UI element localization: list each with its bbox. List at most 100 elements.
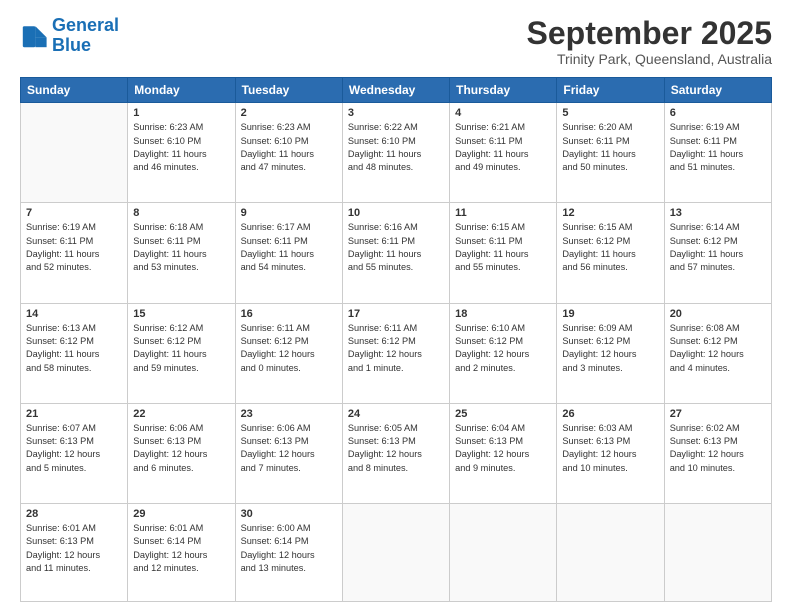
day-number: 7 [26,207,122,219]
day-info: Sunrise: 6:09 AMSunset: 6:12 PMDaylight:… [562,322,658,375]
calendar-cell: 17 Sunrise: 6:11 AMSunset: 6:12 PMDayligh… [342,303,449,403]
day-number: 8 [133,207,229,219]
day-info: Sunrise: 6:23 AMSunset: 6:10 PMDaylight:… [241,121,337,174]
day-number: 20 [670,308,766,320]
page: General Blue September 2025 Trinity Park… [0,0,792,612]
calendar-cell: 3 Sunrise: 6:22 AMSunset: 6:10 PMDaylight… [342,103,449,203]
day-number: 1 [133,107,229,119]
day-number: 2 [241,107,337,119]
day-number: 18 [455,308,551,320]
calendar-cell: 30 Sunrise: 6:00 AMSunset: 6:14 PMDayligh… [235,503,342,601]
day-number: 22 [133,408,229,420]
day-number: 21 [26,408,122,420]
calendar-cell [450,503,557,601]
calendar-cell: 19 Sunrise: 6:09 AMSunset: 6:12 PMDayligh… [557,303,664,403]
calendar-cell: 11 Sunrise: 6:15 AMSunset: 6:11 PMDayligh… [450,203,557,303]
calendar-cell: 28Sunrise: 6:01 AMSunset: 6:13 PMDayligh… [21,503,128,601]
day-info: Sunrise: 6:04 AMSunset: 6:13 PMDaylight:… [455,422,551,475]
day-info: Sunrise: 6:11 AMSunset: 6:12 PMDaylight:… [348,322,444,375]
day-info: Sunrise: 6:17 AMSunset: 6:11 PMDaylight:… [241,221,337,274]
calendar-cell: 7Sunrise: 6:19 AMSunset: 6:11 PMDaylight… [21,203,128,303]
header: General Blue September 2025 Trinity Park… [20,16,772,67]
calendar-week-row: 14 Sunrise: 6:13 AMSunset: 6:12 PMDayligh… [21,303,772,403]
day-info: Sunrise: 6:11 AMSunset: 6:12 PMDaylight:… [241,322,337,375]
calendar-cell: 23 Sunrise: 6:06 AMSunset: 6:13 PMDayligh… [235,403,342,503]
day-number: 13 [670,207,766,219]
day-number: 23 [241,408,337,420]
calendar-cell: 15Sunrise: 6:12 AMSunset: 6:12 PMDayligh… [128,303,235,403]
day-info: Sunrise: 6:15 AMSunset: 6:11 PMDaylight:… [455,221,551,274]
calendar-cell: 24 Sunrise: 6:05 AMSunset: 6:13 PMDayligh… [342,403,449,503]
day-info: Sunrise: 6:05 AMSunset: 6:13 PMDaylight:… [348,422,444,475]
day-info: Sunrise: 6:18 AMSunset: 6:11 PMDaylight:… [133,221,229,274]
day-number: 25 [455,408,551,420]
day-info: Sunrise: 6:08 AMSunset: 6:12 PMDaylight:… [670,322,766,375]
calendar-cell: 18 Sunrise: 6:10 AMSunset: 6:12 PMDayligh… [450,303,557,403]
day-info: Sunrise: 6:06 AMSunset: 6:13 PMDaylight:… [133,422,229,475]
day-number: 4 [455,107,551,119]
calendar-table: SundayMondayTuesdayWednesdayThursdayFrid… [20,77,772,602]
calendar-cell: 5 Sunrise: 6:20 AMSunset: 6:11 PMDaylight… [557,103,664,203]
day-info: Sunrise: 6:20 AMSunset: 6:11 PMDaylight:… [562,121,658,174]
day-info: Sunrise: 6:03 AMSunset: 6:13 PMDaylight:… [562,422,658,475]
day-info: Sunrise: 6:06 AMSunset: 6:13 PMDaylight:… [241,422,337,475]
calendar-cell: 2 Sunrise: 6:23 AMSunset: 6:10 PMDaylight… [235,103,342,203]
day-number: 29 [133,508,229,520]
day-info: Sunrise: 6:16 AMSunset: 6:11 PMDaylight:… [348,221,444,274]
calendar-week-row: 1 Sunrise: 6:23 AMSunset: 6:10 PMDaylight… [21,103,772,203]
calendar-header-row: SundayMondayTuesdayWednesdayThursdayFrid… [21,78,772,103]
calendar-cell: 13Sunrise: 6:14 AMSunset: 6:12 PMDayligh… [664,203,771,303]
day-info: Sunrise: 6:22 AMSunset: 6:10 PMDaylight:… [348,121,444,174]
calendar-cell: 29Sunrise: 6:01 AMSunset: 6:14 PMDayligh… [128,503,235,601]
calendar-cell: 16 Sunrise: 6:11 AMSunset: 6:12 PMDayligh… [235,303,342,403]
calendar-cell [664,503,771,601]
day-number: 10 [348,207,444,219]
calendar-cell [21,103,128,203]
subtitle: Trinity Park, Queensland, Australia [527,51,772,67]
day-info: Sunrise: 6:02 AMSunset: 6:13 PMDaylight:… [670,422,766,475]
day-number: 24 [348,408,444,420]
calendar-cell: 14 Sunrise: 6:13 AMSunset: 6:12 PMDayligh… [21,303,128,403]
calendar-cell [557,503,664,601]
day-number: 14 [26,308,122,320]
calendar-cell: 4Sunrise: 6:21 AMSunset: 6:11 PMDaylight… [450,103,557,203]
day-number: 11 [455,207,551,219]
logo-icon [20,22,48,50]
logo-line1: General [52,15,119,35]
calendar-cell: 20 Sunrise: 6:08 AMSunset: 6:12 PMDayligh… [664,303,771,403]
logo-line2: Blue [52,35,91,55]
calendar-cell [342,503,449,601]
day-number: 5 [562,107,658,119]
day-info: Sunrise: 6:13 AMSunset: 6:12 PMDaylight:… [26,322,122,375]
day-info: Sunrise: 6:07 AMSunset: 6:13 PMDaylight:… [26,422,122,475]
day-info: Sunrise: 6:19 AMSunset: 6:11 PMDaylight:… [670,121,766,174]
calendar-header-saturday: Saturday [664,78,771,103]
logo: General Blue [20,16,119,56]
calendar-header-monday: Monday [128,78,235,103]
day-number: 15 [133,308,229,320]
calendar-header-friday: Friday [557,78,664,103]
day-number: 17 [348,308,444,320]
calendar-week-row: 28Sunrise: 6:01 AMSunset: 6:13 PMDayligh… [21,503,772,601]
day-number: 19 [562,308,658,320]
title-block: September 2025 Trinity Park, Queensland,… [527,16,772,67]
day-number: 16 [241,308,337,320]
day-number: 30 [241,508,337,520]
logo-text: General Blue [52,16,119,56]
calendar-cell: 21 Sunrise: 6:07 AMSunset: 6:13 PMDayligh… [21,403,128,503]
calendar-cell: 12Sunrise: 6:15 AMSunset: 6:12 PMDayligh… [557,203,664,303]
day-info: Sunrise: 6:00 AMSunset: 6:14 PMDaylight:… [241,522,337,575]
calendar-cell: 1Sunrise: 6:23 AMSunset: 6:10 PMDaylight… [128,103,235,203]
calendar-header-wednesday: Wednesday [342,78,449,103]
day-number: 3 [348,107,444,119]
calendar-header-tuesday: Tuesday [235,78,342,103]
day-info: Sunrise: 6:10 AMSunset: 6:12 PMDaylight:… [455,322,551,375]
calendar-header-sunday: Sunday [21,78,128,103]
calendar-cell: 22 Sunrise: 6:06 AMSunset: 6:13 PMDayligh… [128,403,235,503]
calendar-cell: 25 Sunrise: 6:04 AMSunset: 6:13 PMDayligh… [450,403,557,503]
main-title: September 2025 [527,16,772,51]
calendar-cell: 9Sunrise: 6:17 AMSunset: 6:11 PMDaylight… [235,203,342,303]
calendar-cell: 10 Sunrise: 6:16 AMSunset: 6:11 PMDayligh… [342,203,449,303]
day-number: 26 [562,408,658,420]
day-number: 6 [670,107,766,119]
